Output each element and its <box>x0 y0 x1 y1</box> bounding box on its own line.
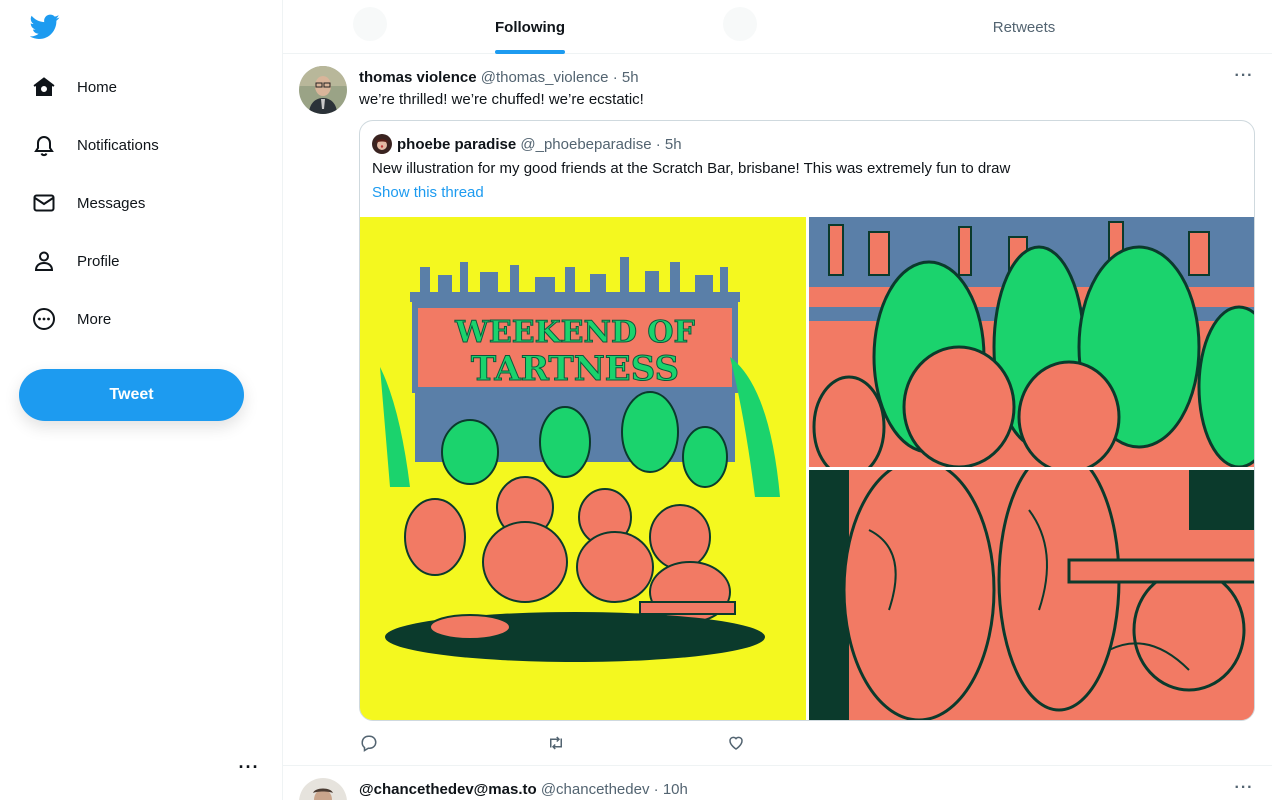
tab-retweets[interactable]: Retweets <box>777 0 1271 54</box>
sidebar: Home Notifications Messages Profile More… <box>0 0 283 800</box>
detail-image-top[interactable] <box>809 217 1254 467</box>
tab-label: Following <box>495 18 565 36</box>
tweet-more-icon[interactable]: ··· <box>1234 66 1254 86</box>
tweet-more-icon[interactable]: ··· <box>1234 778 1254 798</box>
quote-text: New illustration for my good friends at … <box>372 160 1011 177</box>
author-handle[interactable]: @chancethedev <box>541 781 650 798</box>
quoted-tweet[interactable]: phoebe paradise @_phoebeparadise · 5h Ne… <box>359 120 1255 721</box>
account-menu-icon[interactable]: ··· <box>238 757 260 777</box>
twitter-bird-icon[interactable] <box>29 14 60 40</box>
quote-avatar <box>372 134 392 154</box>
sidebar-item-label: Notifications <box>77 136 159 154</box>
quote-author-name: phoebe paradise <box>397 135 517 153</box>
tweet-text: we’re thrilled! we’re chuffed! we’re ecs… <box>359 91 644 108</box>
detail-image-bottom[interactable] <box>809 470 1254 720</box>
sidebar-item-label: Profile <box>77 252 120 270</box>
more-circle-icon <box>30 305 58 333</box>
retweet-icon[interactable] <box>546 733 566 753</box>
quote-author-handle: @_phoebeparadise <box>520 135 652 153</box>
like-icon[interactable] <box>726 733 746 753</box>
author-name[interactable]: @chancethedev@mas.to <box>359 781 537 798</box>
bell-icon <box>30 131 58 159</box>
sidebar-item-label: More <box>77 310 112 328</box>
avatar[interactable] <box>299 778 347 800</box>
tweet-header: thomas violence @thomas_violence · 5h <box>359 69 639 86</box>
quote-header: phoebe paradise @_phoebeparadise · 5h <box>372 134 682 154</box>
tweet-header: @chancethedev@mas.to @chancethedev · 10h <box>359 781 688 798</box>
avatar[interactable] <box>299 66 347 114</box>
tweet-button[interactable]: Tweet <box>19 369 244 421</box>
tab-following[interactable]: Following <box>283 0 777 54</box>
sidebar-item-notifications[interactable]: Notifications <box>30 128 159 162</box>
media-grid: WEEKEND OF TARTNESS <box>360 217 1254 720</box>
sidebar-item-messages[interactable]: Messages <box>30 186 145 220</box>
tweet[interactable]: @chancethedev@mas.to @chancethedev · 10h… <box>283 766 1272 800</box>
sidebar-item-label: Home <box>77 78 118 96</box>
timestamp[interactable]: 10h <box>663 781 688 798</box>
poster-image[interactable]: WEEKEND OF TARTNESS <box>360 217 806 720</box>
person-icon <box>30 247 58 275</box>
author-handle[interactable]: @thomas_violence <box>481 69 609 86</box>
poster-title-line1: WEEKEND OF <box>454 315 695 350</box>
envelope-icon <box>30 189 58 217</box>
tweet[interactable]: thomas violence @thomas_violence · 5h ··… <box>283 54 1272 766</box>
sidebar-item-home[interactable]: Home <box>30 70 117 104</box>
separator: · <box>655 135 661 153</box>
separator: · <box>653 781 659 798</box>
sidebar-item-label: Messages <box>77 194 146 212</box>
reply-icon[interactable] <box>359 733 379 753</box>
tab-label: Retweets <box>992 18 1056 36</box>
timeline-tabs: Following Retweets <box>283 0 1272 54</box>
sidebar-item-more[interactable]: More <box>30 302 111 336</box>
show-thread-link[interactable]: Show this thread <box>372 184 484 201</box>
separator: · <box>612 69 618 86</box>
quote-timestamp: 5h <box>664 135 682 153</box>
timestamp[interactable]: 5h <box>622 69 639 86</box>
main-timeline: Following Retweets thomas violence @thom… <box>283 0 1272 800</box>
poster-title-line2: TARTNESS <box>471 349 679 389</box>
author-name[interactable]: thomas violence <box>359 69 477 86</box>
sidebar-item-profile[interactable]: Profile <box>30 244 120 278</box>
home-icon <box>30 73 58 101</box>
